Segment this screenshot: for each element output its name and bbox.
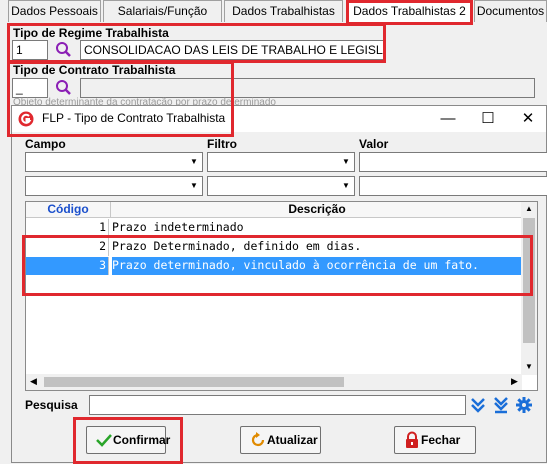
code-column-header[interactable]: Código: [26, 202, 111, 218]
tab-salariais-funcao[interactable]: Salariais/Função: [103, 0, 222, 22]
checkmark-icon: [95, 431, 113, 449]
campo-select-2[interactable]: ▼: [25, 176, 203, 196]
refresh-button[interactable]: Atualizar: [240, 426, 321, 454]
regime-code-field[interactable]: 1: [12, 40, 48, 60]
scroll-left-icon[interactable]: ◀: [30, 376, 37, 387]
confirm-button[interactable]: Confirmar: [86, 426, 170, 454]
dialog-title: FLP - Tipo de Contrato Trabalhista: [42, 111, 226, 125]
minimize-icon[interactable]: —: [428, 106, 468, 132]
scroll-thumb-horizontal[interactable]: [44, 377, 344, 387]
dialog-titlebar: FLP - Tipo de Contrato Trabalhista — ☐ ✕: [12, 106, 546, 132]
results-grid: Código Descrição 1 Prazo indeterminado 2…: [25, 201, 538, 391]
row-code: 1: [26, 219, 109, 237]
regime-label: Tipo de Regime Trabalhista: [13, 26, 169, 40]
close-button[interactable]: Fechar: [394, 426, 476, 454]
table-row[interactable]: 2 Prazo Determinado, definido em dias.: [26, 238, 522, 256]
close-icon[interactable]: ✕: [508, 106, 547, 132]
refresh-icon: [249, 431, 267, 449]
table-row[interactable]: 1 Prazo indeterminado: [26, 219, 522, 237]
horizontal-scrollbar[interactable]: ◀ ▶: [26, 374, 522, 390]
contrato-description-field: [80, 78, 535, 98]
filtro-select-2[interactable]: ▼: [207, 176, 355, 196]
refresh-label: Atualizar: [267, 433, 318, 447]
grid-header: Código Descrição: [26, 202, 522, 218]
row-description: Prazo determinado, vinculado à ocorrênci…: [112, 257, 522, 275]
campo-header: Campo: [25, 137, 66, 151]
scroll-up-icon[interactable]: ▲: [525, 204, 533, 213]
scroll-down-icon[interactable]: ▼: [525, 362, 533, 371]
flp-dialog: FLP - Tipo de Contrato Trabalhista — ☐ ✕…: [11, 105, 547, 464]
search-icon[interactable]: [53, 40, 75, 60]
filtro-header: Filtro: [207, 137, 237, 151]
regime-description-field: CONSOLIDACAO DAS LEIS DE TRABALHO E LEGI…: [80, 40, 384, 60]
valor-input-2[interactable]: [359, 176, 547, 196]
search-icon[interactable]: [53, 78, 75, 98]
tab-dados-pessoais[interactable]: Dados Pessoais: [8, 0, 101, 22]
contrato-code-field[interactable]: _: [12, 78, 48, 98]
app-logo-icon: [18, 111, 34, 127]
tab-dados-trabalhistas[interactable]: Dados Trabalhistas: [224, 0, 343, 22]
vertical-scrollbar[interactable]: ▲ ▼: [521, 202, 537, 375]
search-input[interactable]: [89, 395, 466, 415]
row-code: 3: [26, 257, 109, 275]
chevron-down-icon: ▼: [190, 181, 198, 190]
valor-header: Valor: [359, 137, 389, 151]
scroll-right-icon[interactable]: ▶: [511, 376, 518, 387]
scroll-thumb[interactable]: [523, 218, 535, 343]
chevron-down-icon: ▼: [342, 181, 350, 190]
table-row-selected[interactable]: 3 Prazo determinado, vinculado à ocorrên…: [26, 257, 522, 275]
tab-documentos[interactable]: Documentos: [474, 0, 547, 22]
close-label: Fechar: [421, 433, 461, 447]
row-code: 2: [26, 238, 109, 256]
search-label: Pesquisa: [25, 398, 78, 412]
contrato-label: Tipo de Contrato Trabalhista: [13, 63, 176, 77]
chevron-down-icon: ▼: [342, 157, 350, 166]
tab-dados-trabalhistas-2[interactable]: Dados Trabalhistas 2: [348, 0, 471, 24]
row-description: Prazo Determinado, definido em dias.: [112, 239, 362, 253]
description-column-header[interactable]: Descrição: [112, 202, 522, 218]
double-chevron-down-icon[interactable]: [469, 396, 487, 414]
maximize-icon[interactable]: ☐: [468, 106, 508, 132]
campo-select-1[interactable]: ▼: [25, 152, 203, 172]
move-to-bottom-icon[interactable]: [492, 396, 510, 414]
lock-icon: [403, 431, 421, 449]
gear-icon[interactable]: [515, 396, 533, 414]
filtro-select-1[interactable]: ▼: [207, 152, 355, 172]
valor-input-1[interactable]: [359, 152, 547, 172]
row-description: Prazo indeterminado: [112, 220, 244, 234]
confirm-label: Confirmar: [113, 433, 171, 447]
chevron-down-icon: ▼: [190, 157, 198, 166]
